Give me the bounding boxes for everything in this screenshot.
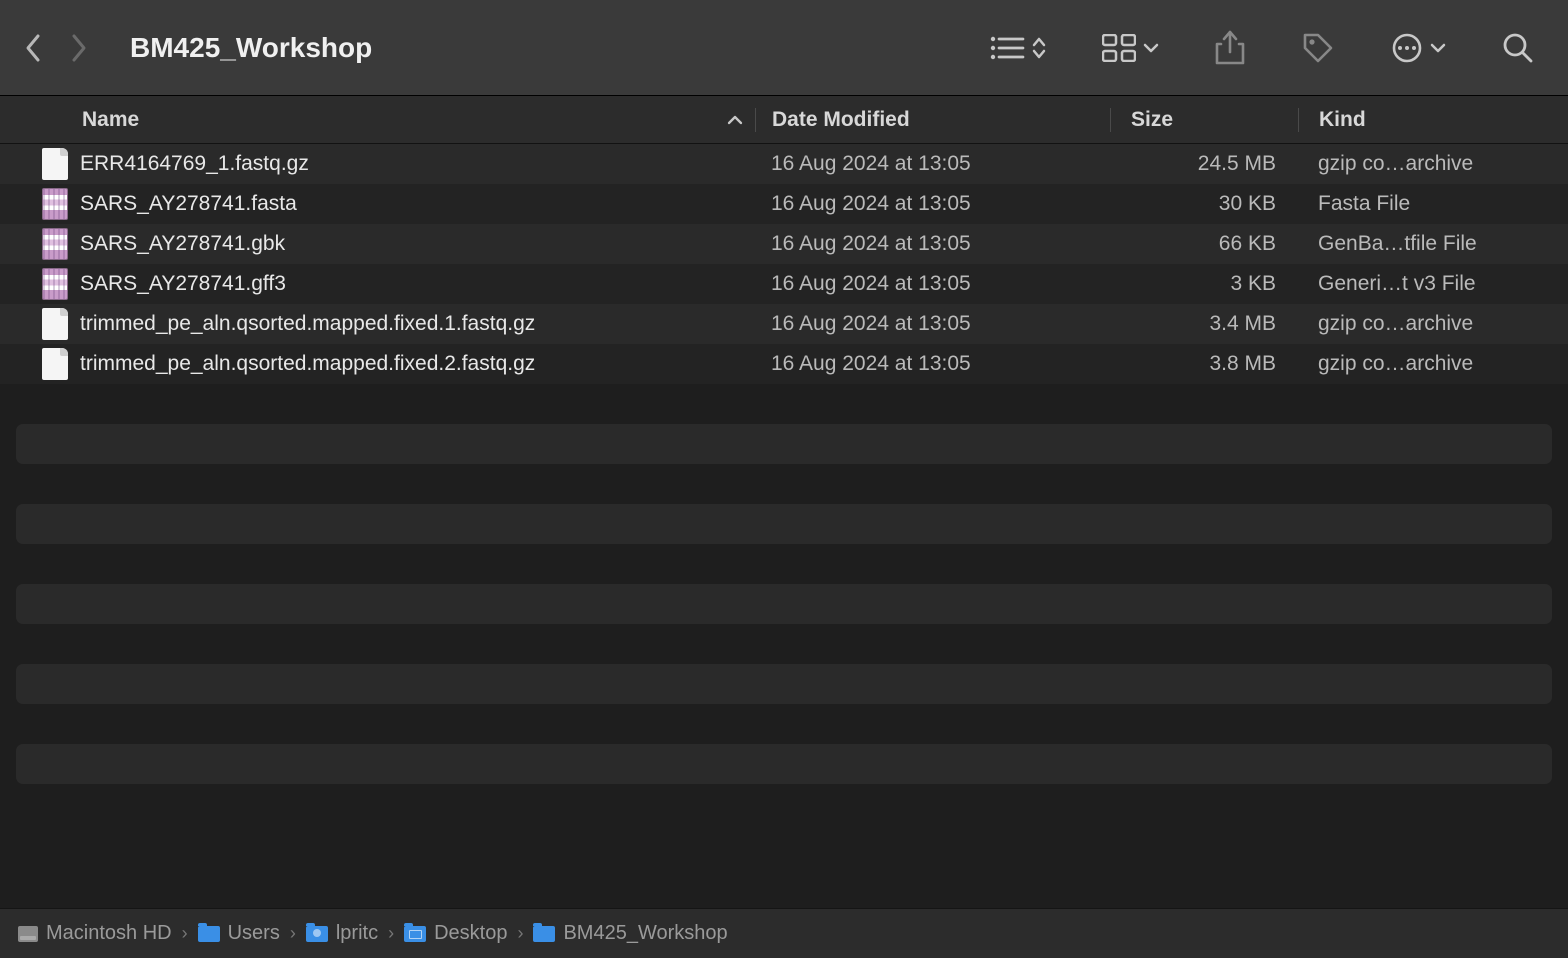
column-date-label: Date Modified	[772, 108, 910, 131]
file-name-cell: trimmed_pe_aln.qsorted.mapped.fixed.1.fa…	[0, 308, 755, 340]
search-icon[interactable]	[1502, 32, 1534, 64]
path-bar: Macintosh HD › Users › lpritc › Desktop › BM425_…	[0, 908, 1568, 958]
document-file-icon	[42, 148, 68, 180]
file-date-cell: 16 Aug 2024 at 13:05	[755, 192, 1110, 216]
file-row[interactable]: SARS_AY278741.gff3 16 Aug 2024 at 13:053 …	[0, 264, 1568, 304]
file-kind-cell: Generi…t v3 File	[1298, 272, 1568, 296]
path-item[interactable]: BM425_Workshop	[533, 922, 727, 945]
empty-row	[16, 664, 1552, 704]
column-size-label: Size	[1131, 108, 1173, 131]
tag-icon[interactable]	[1301, 31, 1335, 65]
file-size-cell: 3 KB	[1110, 272, 1298, 296]
file-name-cell: SARS_AY278741.gbk	[0, 228, 755, 260]
file-list: ERR4164769_1.fastq.gz 16 Aug 2024 at 13:0…	[0, 144, 1568, 784]
sequence-file-icon	[42, 228, 68, 260]
file-kind-cell: GenBa…tfile File	[1298, 232, 1568, 256]
empty-row	[16, 584, 1552, 624]
file-date-cell: 16 Aug 2024 at 13:05	[755, 312, 1110, 336]
file-size-cell: 30 KB	[1110, 192, 1298, 216]
folder-icon	[198, 926, 220, 942]
file-name-cell: SARS_AY278741.fasta	[0, 188, 755, 220]
file-date-cell: 16 Aug 2024 at 13:05	[755, 152, 1110, 176]
file-row[interactable]: trimmed_pe_aln.qsorted.mapped.fixed.2.fa…	[0, 344, 1568, 384]
path-item-label: Users	[228, 922, 280, 945]
file-row[interactable]: ERR4164769_1.fastq.gz 16 Aug 2024 at 13:0…	[0, 144, 1568, 184]
window-title: BM425_Workshop	[130, 32, 372, 64]
file-size-cell: 66 KB	[1110, 232, 1298, 256]
column-header: Name Date Modified Size Kind	[0, 96, 1568, 144]
chevron-right-icon: ›	[182, 923, 188, 944]
file-size-cell: 3.8 MB	[1110, 352, 1298, 376]
file-name-label: ERR4164769_1.fastq.gz	[80, 152, 309, 176]
file-name-cell: SARS_AY278741.gff3	[0, 268, 755, 300]
share-icon[interactable]	[1215, 30, 1245, 66]
empty-row	[0, 464, 1568, 504]
path-item[interactable]: Desktop	[404, 922, 507, 945]
file-name-label: SARS_AY278741.fasta	[80, 192, 297, 216]
column-size[interactable]: Size	[1110, 108, 1298, 132]
file-name-label: SARS_AY278741.gbk	[80, 232, 285, 256]
forward-icon[interactable]	[70, 33, 88, 63]
column-kind[interactable]: Kind	[1298, 108, 1568, 132]
column-name[interactable]: Name	[0, 108, 755, 132]
empty-row	[0, 384, 1568, 424]
home-folder-icon	[306, 926, 328, 942]
back-icon[interactable]	[24, 33, 42, 63]
file-name-label: trimmed_pe_aln.qsorted.mapped.fixed.2.fa…	[80, 352, 535, 376]
path-item-label: lpritc	[336, 922, 378, 945]
folder-icon	[533, 926, 555, 942]
sort-ascending-icon	[727, 108, 743, 132]
path-item-label: Macintosh HD	[46, 922, 172, 945]
path-item[interactable]: lpritc	[306, 922, 378, 945]
empty-row	[0, 544, 1568, 584]
file-kind-cell: gzip co…archive	[1298, 312, 1568, 336]
empty-row	[16, 744, 1552, 784]
file-row[interactable]: SARS_AY278741.gbk 16 Aug 2024 at 13:0566 …	[0, 224, 1568, 264]
path-item[interactable]: Users	[198, 922, 280, 945]
sequence-file-icon	[42, 188, 68, 220]
empty-row	[0, 704, 1568, 744]
file-name-cell: ERR4164769_1.fastq.gz	[0, 148, 755, 180]
path-item-label: BM425_Workshop	[563, 922, 727, 945]
file-name-cell: trimmed_pe_aln.qsorted.mapped.fixed.2.fa…	[0, 348, 755, 380]
file-row[interactable]: SARS_AY278741.fasta 16 Aug 2024 at 13:053…	[0, 184, 1568, 224]
more-icon[interactable]	[1391, 32, 1446, 64]
file-size-cell: 24.5 MB	[1110, 152, 1298, 176]
file-date-cell: 16 Aug 2024 at 13:05	[755, 352, 1110, 376]
chevron-right-icon: ›	[290, 923, 296, 944]
column-date[interactable]: Date Modified	[755, 108, 1110, 132]
disk-icon	[18, 926, 38, 942]
nav-buttons	[24, 33, 88, 63]
file-size-cell: 3.4 MB	[1110, 312, 1298, 336]
chevron-right-icon: ›	[517, 923, 523, 944]
file-row[interactable]: trimmed_pe_aln.qsorted.mapped.fixed.1.fa…	[0, 304, 1568, 344]
file-date-cell: 16 Aug 2024 at 13:05	[755, 272, 1110, 296]
view-grid-icon[interactable]	[1102, 34, 1159, 62]
sequence-file-icon	[42, 268, 68, 300]
chevron-right-icon: ›	[388, 923, 394, 944]
file-name-label: trimmed_pe_aln.qsorted.mapped.fixed.1.fa…	[80, 312, 535, 336]
file-kind-cell: gzip co…archive	[1298, 352, 1568, 376]
document-file-icon	[42, 348, 68, 380]
empty-row	[16, 424, 1552, 464]
column-kind-label: Kind	[1319, 108, 1366, 131]
file-date-cell: 16 Aug 2024 at 13:05	[755, 232, 1110, 256]
empty-row	[16, 504, 1552, 544]
column-name-label: Name	[82, 108, 139, 132]
toolbar-actions	[989, 30, 1544, 66]
path-item[interactable]: Macintosh HD	[18, 922, 172, 945]
path-item-label: Desktop	[434, 922, 507, 945]
file-name-label: SARS_AY278741.gff3	[80, 272, 286, 296]
view-list-icon[interactable]	[989, 34, 1046, 62]
toolbar: BM425_Workshop	[0, 0, 1568, 96]
desktop-folder-icon	[404, 926, 426, 942]
empty-row	[0, 624, 1568, 664]
document-file-icon	[42, 308, 68, 340]
file-kind-cell: gzip co…archive	[1298, 152, 1568, 176]
file-kind-cell: Fasta File	[1298, 192, 1568, 216]
